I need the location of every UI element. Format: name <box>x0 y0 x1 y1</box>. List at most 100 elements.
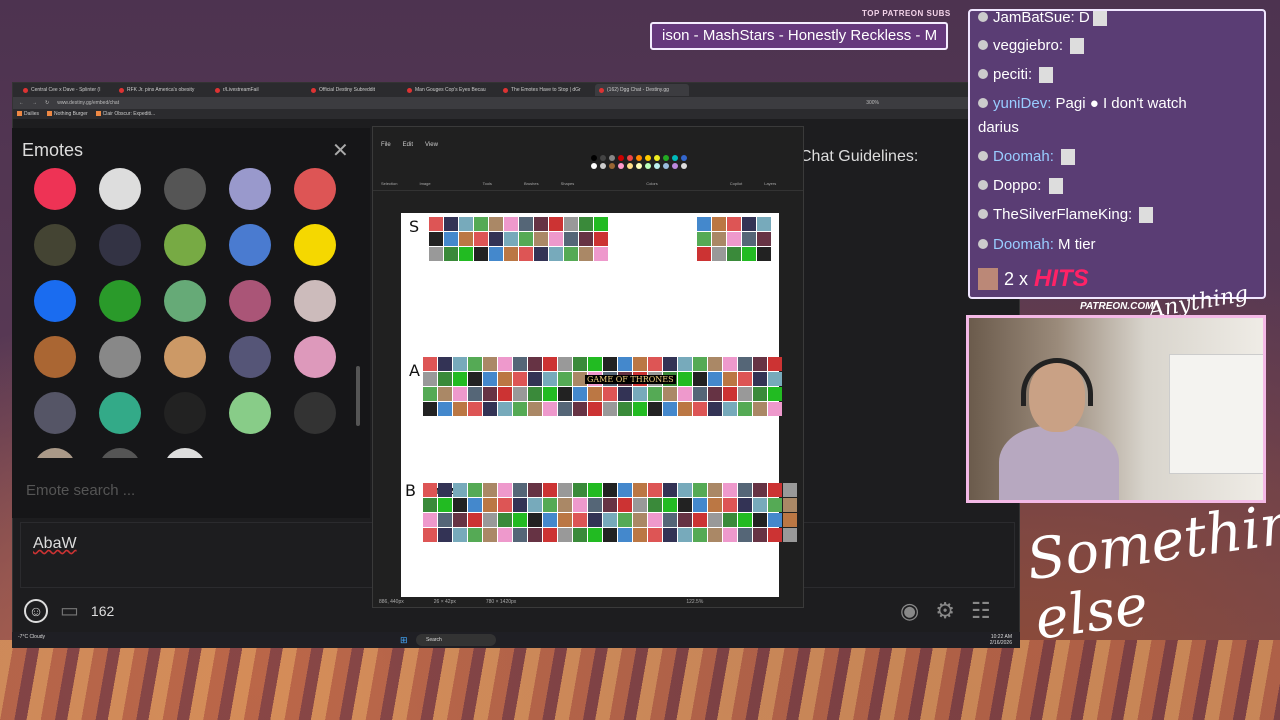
browser-tab[interactable]: RFK Jr. pins America's obesity <box>115 84 209 96</box>
emote-button[interactable] <box>99 224 141 266</box>
emote-button[interactable] <box>34 168 76 210</box>
browser-tab[interactable]: Central Cee x Dave - Splinter (I <box>19 84 113 96</box>
color-swatch[interactable] <box>645 163 651 169</box>
tier-emote <box>594 217 608 231</box>
taskbar-clock[interactable]: 10:22 AM 2/16/2026 <box>990 634 1012 646</box>
emote-button[interactable] <box>164 280 206 322</box>
bookmark-item[interactable]: Clair Obscur: Expediti... <box>95 111 155 117</box>
color-swatch[interactable] <box>600 155 606 161</box>
browser-tab[interactable]: r/LivestreamFail <box>211 84 305 96</box>
clock-date: 2/16/2026 <box>989 640 1012 646</box>
emote-button[interactable] <box>294 168 336 210</box>
color-swatch[interactable] <box>636 155 642 161</box>
emote-button[interactable] <box>164 224 206 266</box>
address-bar[interactable]: ← → ↻ www.destiny.gg/embed/chat 300% <box>13 97 1019 109</box>
users-list-icon[interactable]: ☷ <box>971 598 991 624</box>
emote-button[interactable] <box>229 224 271 266</box>
emote-button[interactable] <box>99 280 141 322</box>
color-swatch[interactable] <box>654 163 660 169</box>
color-swatch[interactable] <box>627 155 633 161</box>
chat-username[interactable]: TheSilverFlameKing: <box>993 206 1136 223</box>
emote-button[interactable] <box>164 336 206 378</box>
tier-emote <box>453 513 467 527</box>
color-swatch[interactable] <box>672 155 678 161</box>
color-swatch[interactable] <box>618 163 624 169</box>
emote-button[interactable] <box>294 392 336 434</box>
emote-button[interactable] <box>164 168 206 210</box>
color-swatch[interactable] <box>600 163 606 169</box>
paint-canvas[interactable]: S A GAME OF THRONES B amazin <box>401 213 797 597</box>
emote-button[interactable] <box>34 392 76 434</box>
tier-emote <box>663 387 677 401</box>
color-swatch[interactable] <box>609 155 615 161</box>
emote-button[interactable] <box>294 280 336 322</box>
chat-username[interactable]: JamBatSue: <box>993 11 1079 26</box>
tier-emote <box>444 232 458 246</box>
tier-emote <box>678 513 692 527</box>
emote-button[interactable] <box>164 392 206 434</box>
chat-username[interactable]: veggiebro: <box>993 37 1067 54</box>
scrollbar[interactable] <box>356 366 360 426</box>
color-swatch[interactable] <box>663 155 669 161</box>
color-swatch[interactable] <box>609 163 615 169</box>
tier-emote <box>783 483 797 497</box>
menu-edit[interactable]: Edit <box>403 142 413 148</box>
windows-start-icon[interactable]: ⊞ <box>400 635 408 646</box>
browser-tab[interactable]: Official Destiny Subreddit <box>307 84 401 96</box>
taskbar-search[interactable]: Search <box>416 634 496 646</box>
browser-tab[interactable]: The Emotes Have to Stop | dGr <box>499 84 593 96</box>
chat-input-text[interactable]: AbaW <box>33 535 77 553</box>
emote-button[interactable] <box>229 280 271 322</box>
color-swatch[interactable] <box>636 163 642 169</box>
color-swatch[interactable] <box>681 155 687 161</box>
emote-search-input[interactable]: Emote search ... <box>26 482 135 499</box>
emote-button[interactable] <box>164 448 206 458</box>
emote-button[interactable] <box>34 280 76 322</box>
bookmark-item[interactable]: Dailies <box>17 111 39 117</box>
browser-tab-active[interactable]: (162) Dgg Chat - Destiny.gg <box>595 84 689 96</box>
tier-emote <box>588 528 602 542</box>
weather-widget[interactable]: -7°C Cloudy <box>18 634 45 640</box>
color-swatch[interactable] <box>681 163 687 169</box>
emote-button[interactable] <box>229 392 271 434</box>
back-icon[interactable]: ← <box>19 100 24 106</box>
emote-button[interactable] <box>34 336 76 378</box>
chat-username[interactable]: Doomah: <box>993 236 1058 253</box>
emote-button[interactable] <box>34 224 76 266</box>
emote-button[interactable] <box>99 448 141 458</box>
forward-icon[interactable]: → <box>32 100 37 106</box>
chat-username[interactable]: Doomah: <box>993 148 1058 165</box>
reload-icon[interactable]: ↻ <box>45 100 49 106</box>
zoom-percent[interactable]: 122.5% <box>686 599 703 605</box>
emote-button[interactable] <box>99 392 141 434</box>
gear-icon[interactable]: ⚙ <box>935 598 955 624</box>
color-swatch[interactable] <box>627 163 633 169</box>
color-swatch[interactable] <box>645 155 651 161</box>
zoom-level[interactable]: 300% <box>866 100 879 106</box>
color-swatch[interactable] <box>618 155 624 161</box>
url-text[interactable]: www.destiny.gg/embed/chat <box>57 100 119 106</box>
color-swatch[interactable] <box>591 155 597 161</box>
menu-view[interactable]: View <box>425 142 438 148</box>
emote-button[interactable] <box>34 448 76 458</box>
users-icon[interactable]: ▭ <box>60 598 79 623</box>
emote-menu-icon[interactable]: ☺ <box>24 598 48 623</box>
emote-button[interactable] <box>229 336 271 378</box>
emote-button[interactable] <box>229 168 271 210</box>
close-icon[interactable]: ✕ <box>332 138 349 163</box>
emote-button[interactable] <box>99 336 141 378</box>
chat-username[interactable]: Doppo: <box>993 177 1046 194</box>
chat-username[interactable]: yuniDev: <box>993 95 1056 112</box>
emote-button[interactable] <box>294 224 336 266</box>
chat-username[interactable]: peciti: <box>993 66 1036 83</box>
color-swatch[interactable] <box>591 163 597 169</box>
bookmark-item[interactable]: Nothing Burger <box>47 111 88 117</box>
browser-tab[interactable]: Man Gouges Cop's Eyes Becau <box>403 84 497 96</box>
eye-icon[interactable]: ◉ <box>900 598 919 624</box>
color-swatch[interactable] <box>663 163 669 169</box>
menu-file[interactable]: File <box>381 142 391 148</box>
color-swatch[interactable] <box>672 163 678 169</box>
emote-button[interactable] <box>294 336 336 378</box>
color-swatch[interactable] <box>654 155 660 161</box>
emote-button[interactable] <box>99 168 141 210</box>
